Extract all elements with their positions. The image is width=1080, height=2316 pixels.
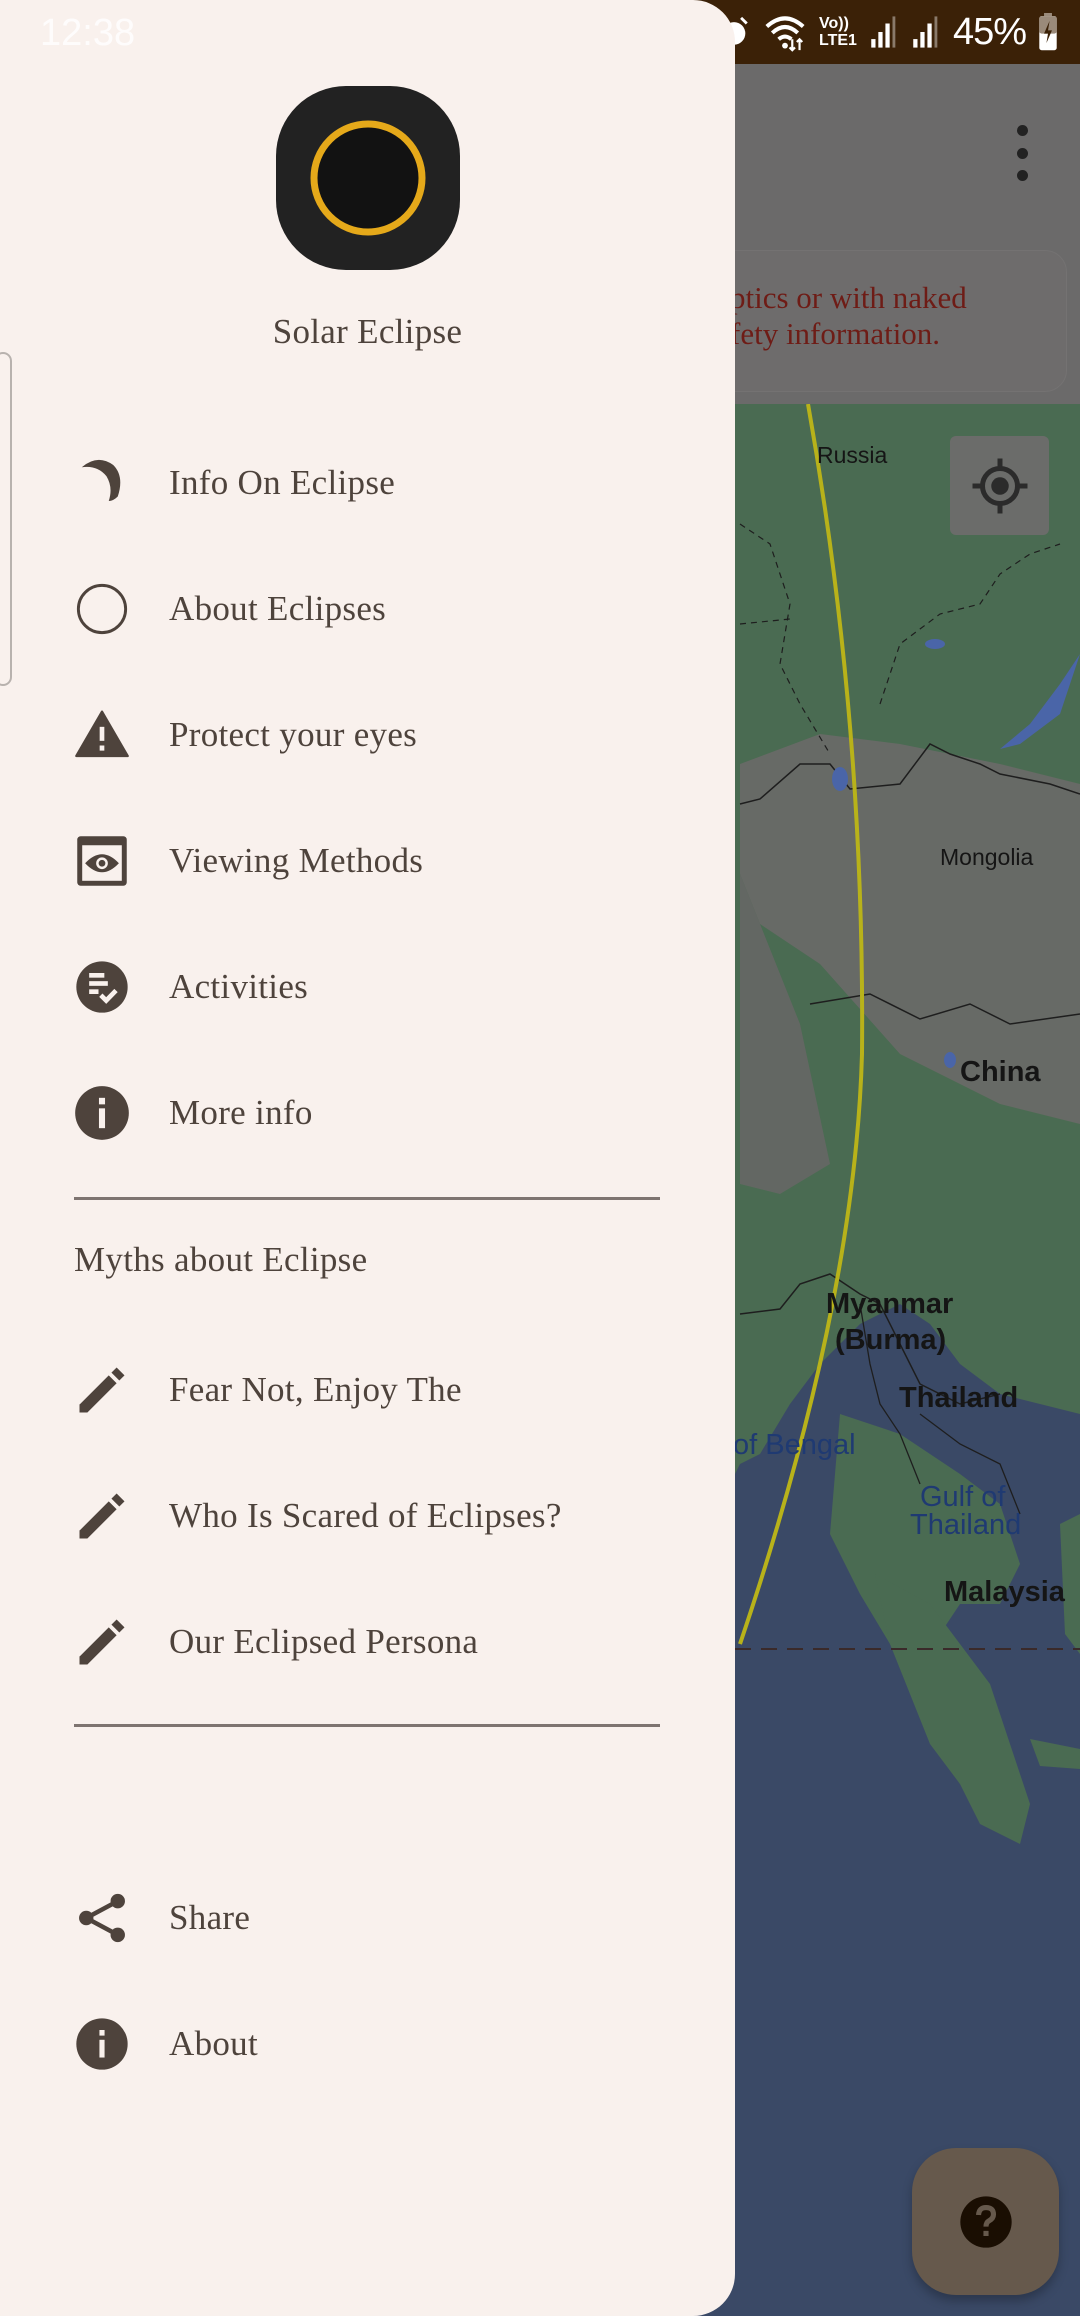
- divider: [74, 1197, 660, 1200]
- wifi-icon: [765, 16, 805, 52]
- myths-nav-list: Fear Not, Enjoy The Who Is Scared of Ecl…: [0, 1327, 735, 1705]
- nav-item-viewing-methods[interactable]: Viewing Methods: [0, 798, 735, 924]
- nav-item-fear-not[interactable]: Fear Not, Enjoy The: [0, 1327, 735, 1453]
- footer-nav-list: Share About: [0, 1855, 735, 2107]
- volte-lte1-icon: Vo)) LTE1: [819, 15, 857, 49]
- nav-label: Our Eclipsed Persona: [169, 1622, 479, 1661]
- nav-item-eclipsed-persona[interactable]: Our Eclipsed Persona: [0, 1579, 735, 1705]
- battery-charging-icon: [1039, 13, 1057, 51]
- battery-percent: 45%: [952, 10, 1027, 53]
- info-icon: [74, 1085, 130, 1141]
- nav-label: Share: [169, 1898, 251, 1937]
- nav-item-more-info[interactable]: More info: [0, 1050, 735, 1176]
- nav-item-protect-your-eyes[interactable]: Protect your eyes: [0, 672, 735, 798]
- nav-label: About Eclipses: [169, 589, 387, 628]
- app-name: Solar Eclipse: [272, 312, 463, 351]
- lte-label: LTE1: [819, 32, 857, 49]
- nav-label: Activities: [169, 967, 309, 1006]
- nav-label: Viewing Methods: [169, 841, 424, 880]
- nav-label: Who Is Scared of Eclipses?: [169, 1496, 562, 1535]
- pencil-icon: [74, 1614, 130, 1670]
- nav-item-who-is-scared[interactable]: Who Is Scared of Eclipses?: [0, 1453, 735, 1579]
- checklist-icon: [74, 959, 130, 1015]
- pencil-icon: [74, 1488, 130, 1544]
- status-time: 12:38: [40, 12, 136, 54]
- drawer-header: Solar Eclipse: [0, 86, 735, 352]
- nav-item-about[interactable]: About: [0, 1981, 735, 2107]
- divider: [74, 1724, 660, 1727]
- volte-label: Vo)): [819, 15, 849, 32]
- nav-label: Fear Not, Enjoy The: [169, 1370, 462, 1409]
- crescent-moon-icon: [74, 455, 130, 511]
- main-nav-list: Info On Eclipse About Eclipses Protect y…: [0, 420, 735, 1176]
- nav-item-about-eclipses[interactable]: About Eclipses: [0, 546, 735, 672]
- app-logo: [275, 86, 460, 270]
- nav-label: Info On Eclipse: [169, 463, 396, 502]
- warning-icon: [74, 707, 130, 763]
- eye-window-icon: [74, 833, 130, 889]
- nav-item-activities[interactable]: Activities: [0, 924, 735, 1050]
- nav-item-share[interactable]: Share: [0, 1855, 735, 1981]
- navigation-drawer: Solar Eclipse Info On Eclipse About Ecli…: [0, 0, 735, 2316]
- status-icons: Vo)) LTE1 45%: [717, 10, 1058, 54]
- nav-label: Protect your eyes: [169, 715, 418, 754]
- nav-item-info-on-eclipse[interactable]: Info On Eclipse: [0, 420, 735, 546]
- nav-label: About: [169, 2024, 258, 2063]
- signal-2-icon: [913, 16, 938, 48]
- signal-1-icon: [871, 16, 896, 48]
- nav-label: More info: [169, 1093, 313, 1132]
- share-icon: [74, 1890, 130, 1946]
- info-icon: [74, 2016, 130, 2072]
- eclipse-logo-icon: [310, 120, 425, 236]
- pencil-icon: [74, 1362, 130, 1418]
- circle-outline-icon: [74, 581, 130, 637]
- myths-section-title: Myths about Eclipse: [74, 1240, 368, 1279]
